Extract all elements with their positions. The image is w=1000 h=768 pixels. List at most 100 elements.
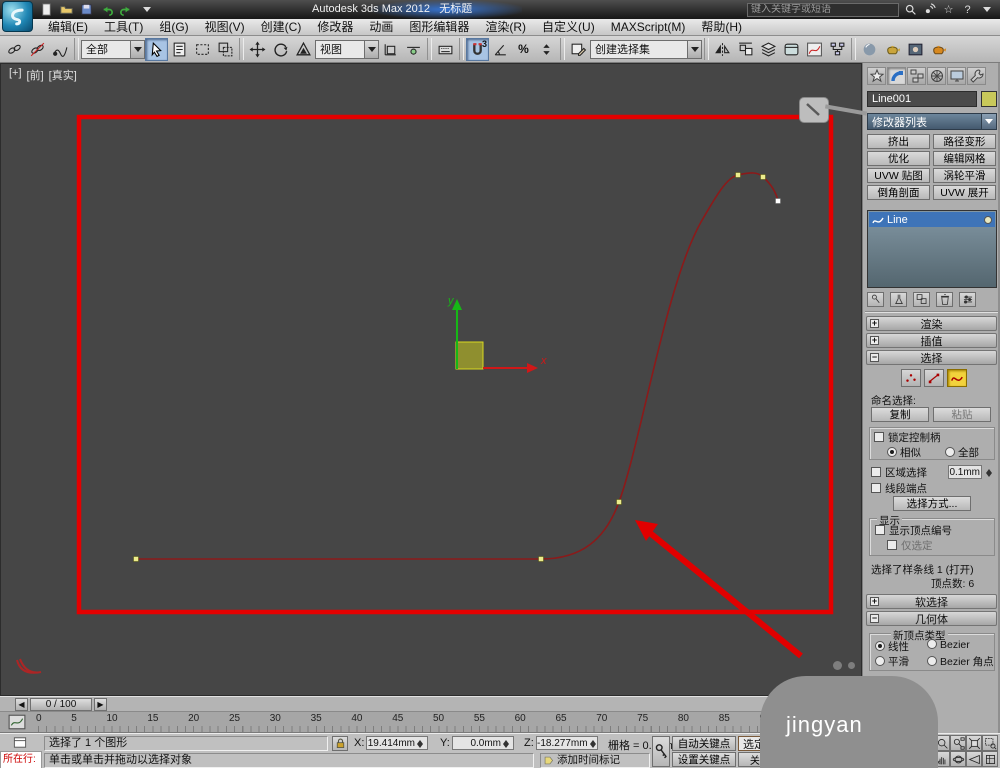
maximize-viewport-toggle-icon[interactable] <box>982 751 998 767</box>
spline-vertex-6[interactable] <box>775 198 781 204</box>
rendered-frame-window-icon[interactable] <box>904 38 927 61</box>
spline-vertex-4[interactable] <box>735 172 741 178</box>
configure-modifier-sets-icon[interactable] <box>959 292 976 307</box>
object-name-field[interactable]: Line001 <box>867 91 977 107</box>
spline-vertex-1[interactable] <box>133 556 139 562</box>
selection-lock-toggle[interactable] <box>332 736 348 751</box>
save-file-icon[interactable] <box>78 2 95 18</box>
menu-graph-editors[interactable]: 图形编辑器 <box>401 19 477 35</box>
tab-create[interactable] <box>867 67 886 85</box>
show-vertex-numbers-checkbox[interactable]: 显示顶点编号 <box>875 523 952 538</box>
select-object-icon[interactable] <box>145 37 168 61</box>
menu-maxscript[interactable]: MAXScript(M) <box>603 19 694 35</box>
spinner-arrows[interactable] <box>986 466 995 478</box>
spline-vertex-3[interactable] <box>616 499 622 505</box>
vertex-type-smooth-radio[interactable]: 平滑 <box>875 654 909 669</box>
modifier-button-extrude[interactable]: 挤出 <box>867 134 930 149</box>
render-production-icon[interactable] <box>927 38 950 61</box>
tab-hierarchy[interactable] <box>907 67 926 85</box>
menu-customize[interactable]: 自定义(U) <box>534 19 603 35</box>
layer-manager-icon[interactable] <box>757 38 780 61</box>
spinner-arrows[interactable] <box>589 737 596 749</box>
x-coord-field[interactable]: 19.414mm <box>366 736 428 750</box>
segment-end-checkbox[interactable]: 线段端点 <box>871 481 927 496</box>
maxscript-mini-listener[interactable]: 所在行: <box>0 751 42 768</box>
modifier-button-optimize[interactable]: 优化 <box>867 151 930 166</box>
y-coord-field[interactable]: 0.0mm <box>452 736 514 750</box>
spinner-arrows[interactable] <box>503 737 512 749</box>
percent-snap-icon[interactable]: % <box>512 38 535 61</box>
paste-button[interactable]: 粘贴 <box>933 407 991 422</box>
select-and-manipulate-icon[interactable] <box>402 38 425 61</box>
mirror-icon[interactable] <box>711 38 734 61</box>
similar-radio[interactable]: 相似 <box>887 445 921 460</box>
viewport-front[interactable]: [+] [前] [真实] y x <box>0 63 868 696</box>
segment-mode-icon[interactable] <box>924 369 944 387</box>
time-slider-prev-icon[interactable]: ◀ <box>15 698 28 711</box>
mini-listener-icon[interactable] <box>12 735 28 750</box>
lock-handles-checkbox[interactable]: 锁定控制柄 <box>874 430 941 445</box>
select-and-move-icon[interactable] <box>246 38 269 61</box>
stack-item-line[interactable]: Line <box>869 212 995 227</box>
zoom-region-icon[interactable] <box>982 735 998 751</box>
modifier-button-editmesh[interactable]: 编辑网格 <box>933 151 996 166</box>
graphite-ribbon-icon[interactable] <box>780 38 803 61</box>
reference-coordinate-dropdown[interactable]: 视图 <box>315 39 379 59</box>
menu-create[interactable]: 创建(C) <box>253 19 310 35</box>
modifier-button-turbosmooth[interactable]: 涡轮平滑 <box>933 168 996 183</box>
undo-icon[interactable] <box>98 2 115 18</box>
edit-named-selection-sets-icon[interactable] <box>567 38 590 61</box>
all-radio[interactable]: 全部 <box>945 445 979 460</box>
tab-display[interactable] <box>947 67 966 85</box>
zoom-all-icon[interactable] <box>950 735 966 751</box>
vertex-mode-icon[interactable] <box>901 369 921 387</box>
zoom-extents-icon[interactable] <box>966 735 982 751</box>
snap-toggle-3d-icon[interactable]: 3 <box>466 37 489 61</box>
bind-to-space-warp-icon[interactable] <box>49 38 72 61</box>
named-selection-sets-dropdown[interactable]: 创建选择集 <box>590 39 702 59</box>
curve-editor-icon[interactable] <box>803 38 826 61</box>
menu-views[interactable]: 视图(V) <box>197 19 253 35</box>
show-end-result-icon[interactable] <box>890 292 907 307</box>
auto-key-button[interactable]: 自动关键点 <box>672 736 736 751</box>
keyboard-shortcut-override-icon[interactable] <box>434 38 457 61</box>
menu-rendering[interactable]: 渲染(R) <box>477 19 534 35</box>
help-icon[interactable]: ? <box>960 2 975 17</box>
orbit-icon[interactable] <box>950 751 966 767</box>
menu-group[interactable]: 组(G) <box>151 19 196 35</box>
menu-modifiers[interactable]: 修改器 <box>309 19 361 35</box>
make-unique-icon[interactable] <box>913 292 930 307</box>
menu-tools[interactable]: 工具(T) <box>96 19 151 35</box>
app-logo[interactable] <box>2 1 33 32</box>
rollout-geometry[interactable]: − 几何体 <box>866 611 997 626</box>
selected-only-checkbox[interactable]: 仅选定 <box>887 538 933 553</box>
align-icon[interactable] <box>734 38 757 61</box>
set-keys-button[interactable] <box>652 736 670 767</box>
set-key-mode-button[interactable]: 设置关键点 <box>672 752 736 767</box>
area-selection-checkbox[interactable]: 区域选择 <box>871 465 927 480</box>
select-by-button[interactable]: 选择方式... <box>893 496 971 511</box>
remove-modifier-icon[interactable] <box>936 292 953 307</box>
render-setup-icon[interactable] <box>881 38 904 61</box>
spinner-arrows[interactable] <box>417 737 426 749</box>
copy-button[interactable]: 复制 <box>871 407 929 422</box>
rectangular-selection-region-icon[interactable] <box>191 38 214 61</box>
spline-vertex-5[interactable] <box>760 174 766 180</box>
modifier-button-uvwmap[interactable]: UVW 贴图 <box>867 168 930 183</box>
add-time-tag[interactable]: 添加时间标记 <box>540 753 650 768</box>
use-pivot-point-icon[interactable] <box>379 38 402 61</box>
unlink-selection-icon[interactable] <box>26 38 49 61</box>
open-file-icon[interactable] <box>58 2 75 18</box>
select-by-name-icon[interactable] <box>168 38 191 61</box>
modifier-button-unwrapuvw[interactable]: UVW 展开 <box>933 185 996 200</box>
selection-filter-dropdown[interactable]: 全部 <box>81 39 145 59</box>
rollout-interpolation[interactable]: + 插值 <box>866 333 997 348</box>
rollout-soft-selection[interactable]: + 软选择 <box>866 594 997 609</box>
window-crossing-icon[interactable] <box>214 38 237 61</box>
spline-mode-icon[interactable] <box>947 369 967 387</box>
time-slider-next-icon[interactable]: ▶ <box>94 698 107 711</box>
rectangle-spline[interactable] <box>76 114 834 615</box>
tab-modify[interactable] <box>887 67 906 85</box>
vertex-type-bezier-radio[interactable]: Bezier <box>927 639 970 651</box>
angle-snap-icon[interactable] <box>489 38 512 61</box>
